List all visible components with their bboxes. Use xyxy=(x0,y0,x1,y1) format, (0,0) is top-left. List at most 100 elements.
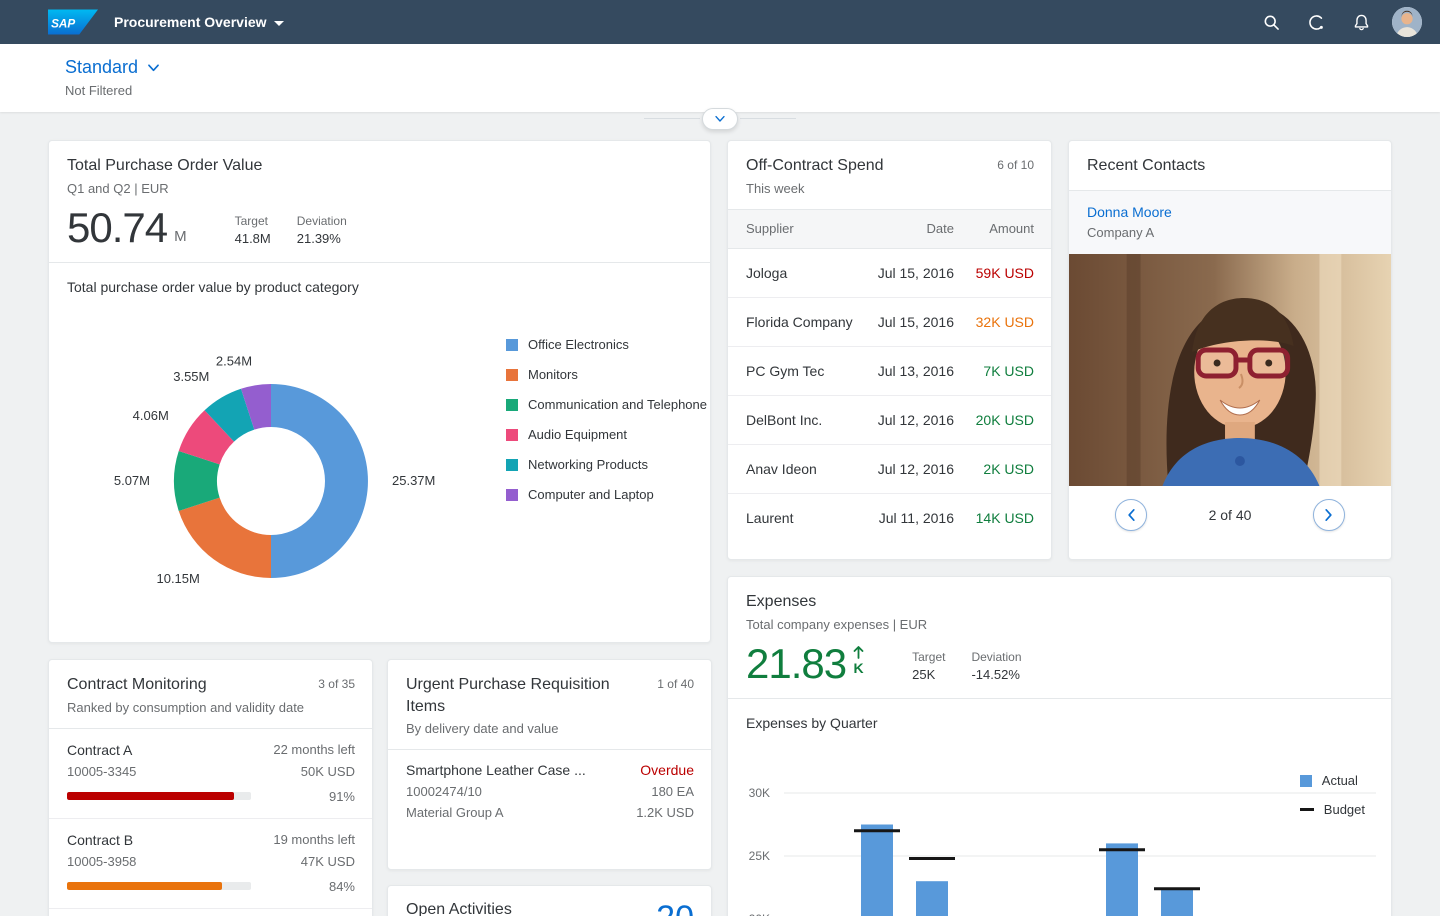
open-activities-card[interactable]: Open Activities 20 xyxy=(387,885,712,916)
supplier-cell: Anav Ideon xyxy=(746,460,817,477)
legend-item-actual: Actual xyxy=(1299,773,1365,788)
sap-logo[interactable]: SAP xyxy=(48,9,98,35)
bar-chart[interactable]: 30K 25K 20K xyxy=(728,747,1393,916)
kpi-value: 21.83 xyxy=(746,639,847,687)
chevron-left-icon xyxy=(1127,508,1135,521)
table-row[interactable]: Florida Company Jul 15, 2016 32K USD xyxy=(728,297,1051,347)
contract-value: 47K USD xyxy=(300,853,355,869)
card-header: Urgent Purchase Requisition Items 1 of 4… xyxy=(388,660,711,736)
urgent-purchase-requisition-card[interactable]: Urgent Purchase Requisition Items 1 of 4… xyxy=(387,659,712,870)
consumption-percent: 84% xyxy=(328,878,355,894)
page-header: Standard Not Filtered xyxy=(0,44,1440,112)
supplier-cell: Jologa xyxy=(746,264,788,281)
donut-value-label: 3.55M xyxy=(173,369,209,384)
contract-list-item[interactable]: Contract A 22 months left 10005-3345 50K US… xyxy=(49,729,372,819)
bar-actual-Q1[interactable] xyxy=(861,824,893,916)
table-row[interactable]: Anav Ideon Jul 12, 2016 2K USD xyxy=(728,444,1051,494)
deviation-label: Deviation xyxy=(296,213,347,228)
donut-segment-0[interactable] xyxy=(271,384,368,578)
card-subtitle: Ranked by consumption and validity date xyxy=(67,699,305,715)
date-cell: Jul 15, 2016 xyxy=(877,313,954,330)
table-row[interactable]: Laurent Jul 11, 2016 14K USD xyxy=(728,493,1051,543)
filter-status: Not Filtered xyxy=(65,83,133,98)
date-cell: Jul 15, 2016 xyxy=(877,264,954,281)
legend-swatch xyxy=(1299,774,1312,787)
legend-item: Office Electronics xyxy=(506,337,707,352)
amount-cell: 32K USD xyxy=(975,313,1034,330)
card-title: Contract Monitoring xyxy=(67,676,207,693)
contract-name: Contract B xyxy=(67,831,134,848)
chart-legend: Actual Budget xyxy=(1299,773,1365,817)
contact-info: Donna Moore Company A xyxy=(1069,190,1391,254)
contract-monitoring-card[interactable]: Contract Monitoring 3 of 35 Ranked by co… xyxy=(48,659,373,916)
supplier-cell: Laurent xyxy=(746,510,794,527)
variant-selector[interactable]: Standard xyxy=(65,57,160,78)
chevron-down-icon xyxy=(148,63,159,71)
kpi-target: Target 25K xyxy=(912,650,945,682)
legend-swatch xyxy=(506,338,518,351)
card-title: Total Purchase Order Value xyxy=(67,157,263,174)
bar-actual-Q4[interactable] xyxy=(1161,887,1193,916)
kpi-block: 50.74 M Target 41.8M Deviation 21.39% xyxy=(67,206,693,249)
donut-value-label: 2.54M xyxy=(216,353,252,368)
legend-swatch xyxy=(506,398,518,411)
legend-item: Computer and Laptop xyxy=(506,487,707,502)
bell-icon xyxy=(1354,14,1368,30)
legend-swatch xyxy=(506,458,518,471)
contract-list-item[interactable]: Contract B 19 months left 10005-3958 47K US… xyxy=(49,819,372,909)
legend-item: Communication and Telephone xyxy=(506,397,707,412)
previous-contact-button[interactable] xyxy=(1115,498,1147,531)
legend-label: Monitors xyxy=(528,367,578,382)
search-button[interactable] xyxy=(1253,4,1289,40)
activities-count: 20 xyxy=(656,901,694,916)
app-title: Procurement Overview xyxy=(114,14,267,30)
kpi-deviation: Deviation 21.39% xyxy=(297,214,347,246)
chevron-down-icon xyxy=(715,115,725,122)
column-date: Date xyxy=(926,221,954,237)
supplier-cell: PC Gym Tec xyxy=(746,362,825,379)
app-title-menu[interactable]: Procurement Overview xyxy=(114,14,284,30)
contact-carousel: 2 of 40 xyxy=(1069,486,1391,544)
supplier-cell: DelBont Inc. xyxy=(746,411,823,428)
target-label: Target xyxy=(912,649,946,664)
legend-label: Communication and Telephone xyxy=(528,397,707,412)
amount-cell: 59K USD xyxy=(975,264,1034,281)
column-supplier: Supplier xyxy=(746,221,794,237)
deviation-value: 21.39% xyxy=(296,230,341,246)
legend-swatch xyxy=(506,488,518,501)
user-avatar[interactable] xyxy=(1392,7,1422,37)
contract-time-left: 19 months left xyxy=(273,832,355,848)
contact-name-link[interactable]: Donna Moore xyxy=(1087,204,1373,220)
carousel-pagination: 2 of 40 xyxy=(1208,506,1252,523)
table-row[interactable]: DelBont Inc. Jul 12, 2016 20K USD xyxy=(728,395,1051,445)
amount-cell: 2K USD xyxy=(983,460,1034,477)
next-contact-button[interactable] xyxy=(1312,498,1345,531)
contact-photo xyxy=(1069,253,1391,486)
recent-contacts-card[interactable]: Recent Contacts Donna Moore Company A 2 … xyxy=(1068,140,1392,560)
expenses-card[interactable]: Expenses Total company expenses | EUR 21… xyxy=(727,576,1392,916)
table-row[interactable]: PC Gym Tec Jul 13, 2016 7K USD xyxy=(728,346,1051,396)
legend-label: Networking Products xyxy=(528,457,648,472)
card-title: Expenses xyxy=(746,593,817,610)
legend-label: Actual xyxy=(1321,773,1358,788)
requisition-list-item[interactable]: Smartphone Leather Case ... Overdue 1000… xyxy=(388,750,711,834)
legend-label: Audio Equipment xyxy=(528,427,628,442)
total-purchase-order-value-card[interactable]: Total Purchase Order Value Q1 and Q2 | E… xyxy=(48,140,711,643)
kpi-unit: K xyxy=(853,659,864,676)
kpi-target: Target 41.8M xyxy=(235,214,271,246)
date-cell: Jul 13, 2016 xyxy=(877,362,954,379)
legend-item-budget: Budget xyxy=(1299,802,1365,817)
copilot-button[interactable] xyxy=(1298,4,1334,40)
donut-segment-1[interactable] xyxy=(178,497,271,578)
bar-actual-Q3[interactable] xyxy=(1106,843,1138,916)
off-contract-table-body: Jologa Jul 15, 2016 59K USD Florida Company… xyxy=(728,248,1051,543)
header-collapse-button[interactable] xyxy=(702,108,738,130)
notifications-button[interactable] xyxy=(1343,4,1379,40)
card-subtitle: Q1 and Q2 | EUR xyxy=(67,180,169,196)
off-contract-spend-card[interactable]: Off-Contract Spend 6 of 10 This week Sup… xyxy=(727,140,1052,560)
chart-legend: Office Electronics Monitors Communication … xyxy=(506,337,707,502)
table-row[interactable]: Jologa Jul 15, 2016 59K USD xyxy=(728,248,1051,298)
bar-actual-Q2[interactable] xyxy=(916,881,948,916)
header-divider-line xyxy=(740,118,796,119)
card-subtitle: By delivery date and value xyxy=(406,721,559,737)
